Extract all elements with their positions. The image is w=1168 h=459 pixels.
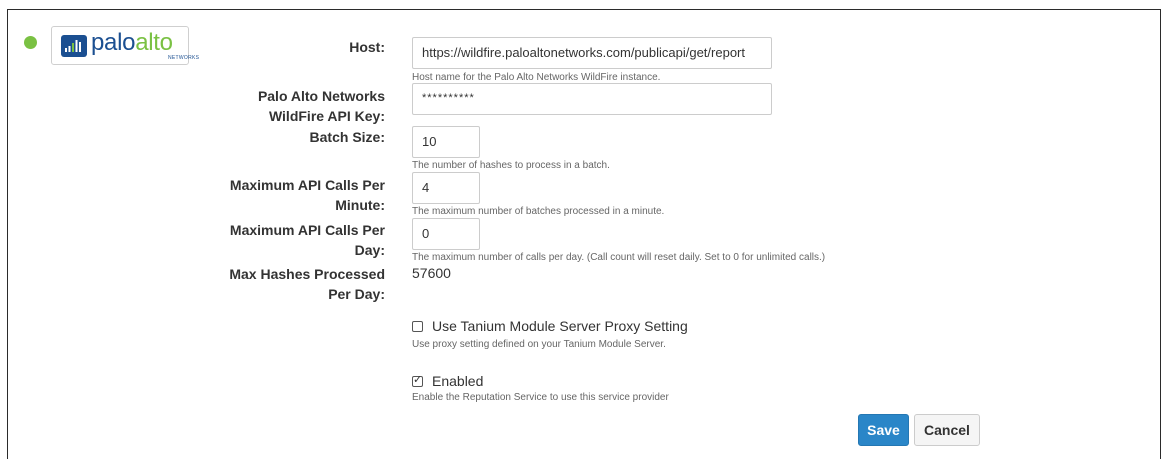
host-help-text: Host name for the Palo Alto Networks Wil… — [412, 72, 661, 83]
max-calls-day-label: Maximum API Calls Per Day: — [229, 222, 385, 258]
provider-logo: paloalto NETWORKS — [51, 26, 199, 65]
host-label: Host: — [349, 39, 385, 55]
logo-wordmark: paloalto — [91, 29, 173, 56]
max-calls-minute-help-text: The maximum number of batches processed … — [412, 206, 665, 217]
batch-size-label: Batch Size: — [309, 129, 385, 145]
batch-size-input[interactable]: 10 — [412, 126, 480, 158]
max-calls-minute-input[interactable]: 4 — [412, 172, 480, 204]
enabled-help-text: Enable the Reputation Service to use thi… — [412, 392, 669, 403]
api-key-label: Palo Alto Networks WildFire API Key: — [257, 88, 385, 124]
status-indicator-dot — [24, 36, 37, 49]
cancel-button[interactable]: Cancel — [914, 414, 980, 446]
enabled-checkbox-label: Enabled — [432, 373, 484, 389]
max-hashes-value: 57600 — [412, 265, 451, 281]
enabled-option[interactable]: ✓ Enabled — [412, 373, 483, 389]
logo-subtext: NETWORKS — [168, 55, 200, 61]
batch-size-help-text: The number of hashes to process in a bat… — [412, 160, 610, 171]
proxy-checkbox-label: Use Tanium Module Server Proxy Setting — [432, 318, 688, 334]
api-key-input[interactable]: ********** — [412, 83, 772, 115]
save-button[interactable]: Save — [858, 414, 909, 446]
max-calls-day-input[interactable]: 0 — [412, 218, 480, 250]
max-calls-minute-label: Maximum API Calls Per Minute: — [229, 177, 385, 213]
checkmark-icon: ✓ — [413, 373, 423, 386]
proxy-checkbox[interactable] — [412, 320, 423, 332]
paloalto-logo-icon — [61, 35, 87, 57]
proxy-setting-option[interactable]: Use Tanium Module Server Proxy Setting — [412, 318, 688, 334]
proxy-help-text: Use proxy setting defined on your Tanium… — [412, 339, 666, 350]
max-calls-day-help-text: The maximum number of calls per day. (Ca… — [412, 252, 826, 263]
enabled-checkbox[interactable]: ✓ — [412, 373, 423, 387]
max-hashes-label: Max Hashes Processed Per Day: — [229, 266, 385, 302]
host-input[interactable]: https://wildfire.paloaltonetworks.com/pu… — [412, 37, 772, 69]
